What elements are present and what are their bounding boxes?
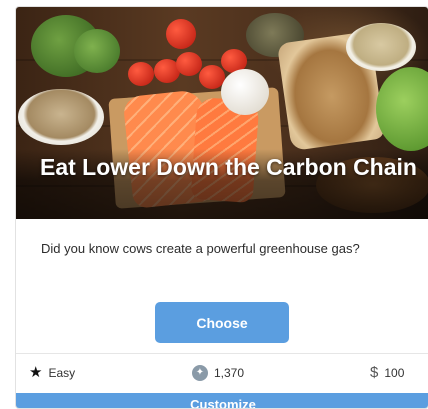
tomato-image — [128, 62, 154, 86]
points: ✦ 1,370 — [192, 364, 245, 381]
broccoli-image — [74, 29, 120, 73]
customize-button[interactable]: Customize — [16, 393, 428, 408]
dollar-icon: $ — [370, 364, 379, 381]
difficulty-label: Easy — [48, 365, 76, 380]
choose-button[interactable]: Choose — [155, 302, 289, 343]
garlic-image — [221, 69, 269, 115]
seeds-bowl-image — [346, 23, 416, 71]
action-card: Eat Lower Down the Carbon Chain Did you … — [15, 6, 428, 409]
tomato-image — [176, 52, 202, 76]
lettuce-image — [376, 67, 428, 151]
cost: $ 100 — [370, 364, 404, 381]
star-icon: ★ — [29, 364, 43, 381]
difficulty: ★ Easy — [29, 365, 75, 380]
points-value: 1,370 — [214, 365, 245, 380]
card-meta: ★ Easy ✦ 1,370 $ 100 — [16, 353, 428, 391]
cost-value: 100 — [384, 365, 405, 380]
hero-image: Eat Lower Down the Carbon Chain — [16, 7, 428, 219]
tomato-image — [166, 19, 196, 49]
card-description: Did you know cows create a powerful gree… — [41, 241, 360, 256]
card-title: Eat Lower Down the Carbon Chain — [40, 154, 417, 180]
rice-bowl-image — [18, 89, 104, 145]
badge-icon: ✦ — [192, 364, 208, 381]
